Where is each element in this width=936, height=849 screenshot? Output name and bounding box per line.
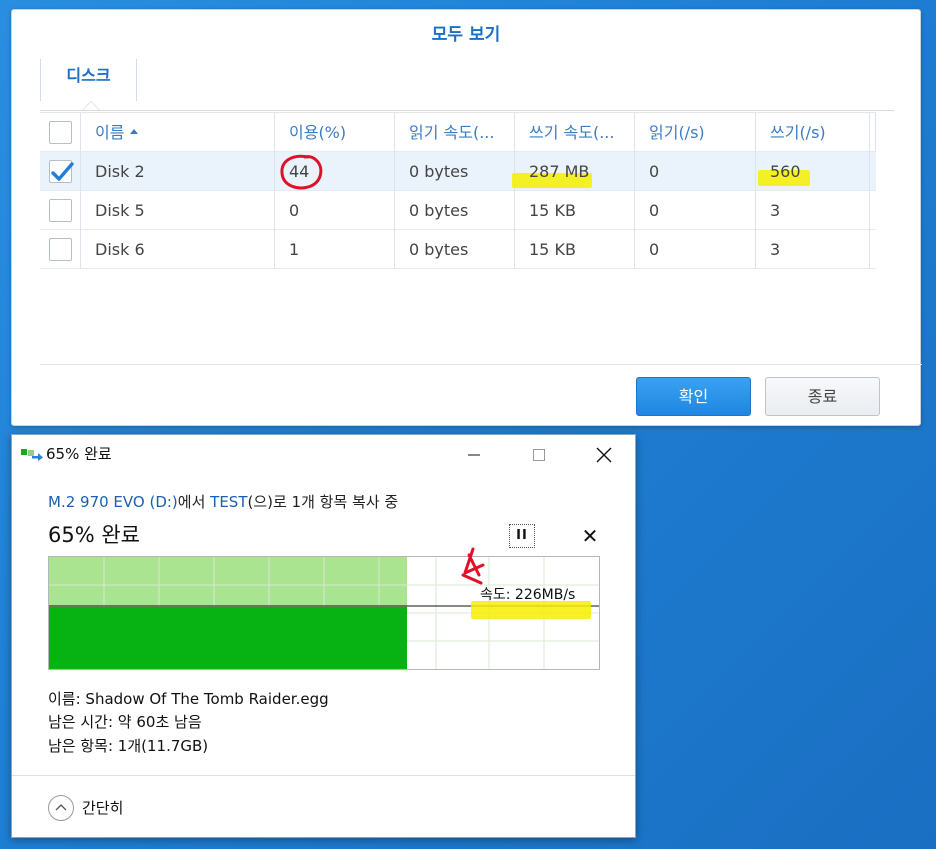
cell-write-speed: 15 KB xyxy=(515,191,635,230)
speed-fill xyxy=(49,607,407,669)
tab-disk[interactable]: 디스크 xyxy=(40,59,137,101)
table-row[interactable]: Disk 2 44 0 bytes 287 MB 0 560 xyxy=(40,152,876,191)
row-select-cell[interactable] xyxy=(40,230,81,269)
source-suffix: 에서 xyxy=(177,493,211,511)
select-all-checkbox[interactable] xyxy=(49,121,72,144)
cell-writes-value: 560 xyxy=(770,162,801,181)
table-row[interactable]: Disk 5 0 0 bytes 15 KB 0 3 xyxy=(40,191,876,230)
table-row[interactable]: Disk 6 1 0 bytes 15 KB 0 3 xyxy=(40,230,876,269)
file-copy-dialog: 65% 완료 M.2 970 EVO (D:)에서 TEST(으)로 1개 항목… xyxy=(11,434,636,838)
cell-reads: 0 xyxy=(635,191,756,230)
items-remaining-line: 남은 항목: 1개(11.7GB) xyxy=(48,737,209,755)
source-link[interactable]: M.2 970 EVO (D:) xyxy=(48,493,178,511)
synology-dialog: 모두 보기 디스크 이름 이용(%) 읽기 속도(... 쓰기 속도(... 읽… xyxy=(11,9,922,426)
collapse-details-button[interactable] xyxy=(48,795,74,821)
cell-name: Disk 5 xyxy=(81,191,275,230)
column-header-name-label: 이름 xyxy=(95,123,125,142)
red-circle-annotation xyxy=(280,154,323,190)
copy-progress-icon xyxy=(21,449,43,461)
window-titlebar[interactable]: 65% 완료 xyxy=(12,435,635,473)
cell-writes: 3 xyxy=(756,191,870,230)
cancel-copy-button[interactable]: ✕ xyxy=(578,524,602,548)
cell-usage: 0 xyxy=(275,191,395,230)
column-header-writes[interactable]: 쓰기(/s) xyxy=(756,113,870,152)
transfer-speed-label: 속도: 226MB/s xyxy=(480,587,576,603)
close-button[interactable]: 종료 xyxy=(765,377,880,416)
progress-heading: 65% 완료 xyxy=(48,523,140,547)
close-window-icon[interactable] xyxy=(592,443,616,467)
cell-read-speed: 0 bytes xyxy=(395,191,515,230)
checkmark-icon xyxy=(51,162,74,181)
cell-reads: 0 xyxy=(635,152,756,191)
cell-write-speed: 15 KB xyxy=(515,230,635,269)
window-title: 65% 완료 xyxy=(46,445,112,463)
copy-description: M.2 970 EVO (D:)에서 TEST(으)로 1개 항목 복사 중 xyxy=(48,491,398,512)
column-header-reads[interactable]: 읽기(/s) xyxy=(635,113,756,152)
row-checkbox-checked[interactable] xyxy=(49,160,74,183)
cell-usage: 1 xyxy=(275,230,395,269)
disk-table: 이름 이용(%) 읽기 속도(... 쓰기 속도(... 읽기(/s) 쓰기(/… xyxy=(40,112,876,269)
destination-link[interactable]: TEST xyxy=(210,493,247,511)
minimize-icon[interactable] xyxy=(462,443,486,467)
maximize-icon[interactable] xyxy=(527,443,551,467)
column-header-read-speed[interactable]: 읽기 속도(... xyxy=(395,113,515,152)
row-checkbox[interactable] xyxy=(49,238,72,261)
cell-writes: 560 xyxy=(756,152,870,191)
collapse-details-label[interactable]: 간단히 xyxy=(82,797,123,818)
cell-read-speed: 0 bytes xyxy=(395,152,515,191)
header-scroll-gap xyxy=(870,113,876,152)
time-remaining-line: 남은 시간: 약 60초 남음 xyxy=(48,713,202,731)
row-select-cell[interactable] xyxy=(40,152,81,191)
footer-divider xyxy=(40,364,922,365)
tab-bar: 디스크 xyxy=(40,59,894,111)
row-select-cell[interactable] xyxy=(40,191,81,230)
cell-read-speed: 0 bytes xyxy=(395,230,515,269)
table-header: 이름 이용(%) 읽기 속도(... 쓰기 속도(... 읽기(/s) 쓰기(/… xyxy=(40,113,876,152)
header-select-all-cell[interactable] xyxy=(40,113,81,152)
column-header-name[interactable]: 이름 xyxy=(81,113,275,152)
cell-name: Disk 6 xyxy=(81,230,275,269)
file-name-line: 이름: Shadow Of The Tomb Raider.egg xyxy=(48,690,329,708)
tab-active-indicator xyxy=(82,101,100,110)
sort-ascending-icon xyxy=(130,129,139,134)
column-header-write-speed[interactable]: 쓰기 속도(... xyxy=(515,113,635,152)
red-pen-annotation xyxy=(461,547,485,585)
dialog-title: 모두 보기 xyxy=(431,25,501,45)
details-divider xyxy=(12,775,635,776)
cell-writes: 3 xyxy=(756,230,870,269)
row-checkbox[interactable] xyxy=(49,199,72,222)
cell-write-speed: 287 MB xyxy=(512,152,635,191)
cell-name: Disk 2 xyxy=(81,152,275,191)
column-header-usage[interactable]: 이용(%) xyxy=(275,113,395,152)
chevron-up-icon xyxy=(55,804,67,811)
pause-button[interactable]: II xyxy=(509,524,535,548)
cell-write-speed-value: 287 MB xyxy=(529,162,590,181)
destination-suffix: (으)로 1개 항목 복사 중 xyxy=(247,493,399,511)
ok-button[interactable]: 확인 xyxy=(636,377,751,416)
cell-reads: 0 xyxy=(635,230,756,269)
